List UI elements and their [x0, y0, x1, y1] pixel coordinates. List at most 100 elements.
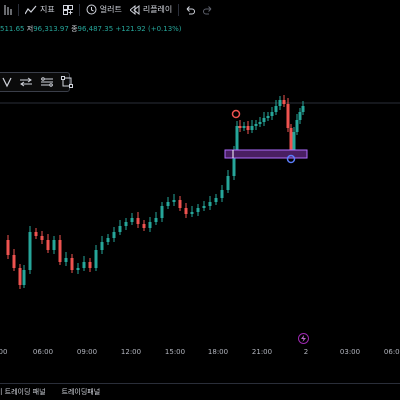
ohlc-low-value: 96,313.97 — [33, 25, 69, 33]
candle-body — [6, 240, 10, 255]
replay-button[interactable]: 리플레이 — [126, 0, 176, 19]
lightning-button[interactable] — [298, 333, 309, 344]
candle-body — [254, 124, 258, 126]
candle-body — [58, 240, 62, 262]
redo-button[interactable] — [199, 0, 217, 19]
candle-body — [124, 222, 128, 226]
candle-body — [220, 190, 224, 198]
time-axis[interactable]: 00 06:00 09:00 12:00 15:00 18:00 21:00 2 03:00 06… — [0, 345, 400, 359]
lines-icon — [41, 77, 53, 87]
candle-body — [94, 250, 98, 268]
ohlc-close-value: 96,487.35 — [77, 25, 114, 33]
time-tick-label: 06:00 — [383, 348, 400, 356]
path-tool[interactable] — [2, 75, 12, 89]
alert-button[interactable]: 얼러트 — [82, 0, 126, 19]
high-marker[interactable] — [231, 109, 241, 119]
candle-body — [270, 112, 274, 116]
candle-body — [242, 126, 246, 128]
frame-icon — [61, 76, 73, 88]
time-tick-label: 00 — [0, 348, 8, 356]
replay-icon — [129, 4, 140, 15]
candle-body — [166, 202, 170, 206]
candle-body — [274, 106, 278, 112]
candle-body — [184, 208, 188, 214]
indicator-icon — [25, 5, 37, 14]
toolbar-divider — [178, 3, 180, 16]
toolbar-divider — [18, 3, 19, 16]
undo-icon — [186, 5, 196, 14]
candle-body — [208, 202, 212, 206]
time-tick-label: 12:00 — [120, 348, 142, 356]
candle-body — [130, 218, 134, 222]
candle-body — [172, 200, 176, 202]
trading-panel-tab-1[interactable]: 이 트레이딩 패널 — [0, 387, 54, 397]
candle-body — [226, 176, 230, 190]
candle-body — [214, 198, 218, 202]
candle-body — [190, 212, 194, 214]
candle-body — [262, 118, 266, 122]
toolbar-divider — [78, 3, 80, 16]
candle-body — [148, 222, 152, 228]
candle-body — [250, 126, 254, 130]
top-toolbar: 지표 얼러트 리플레이 — [0, 0, 400, 19]
redo-icon — [203, 5, 212, 14]
candle-body — [40, 236, 44, 240]
undo-button[interactable] — [181, 0, 199, 19]
candles-layer — [6, 95, 305, 289]
compare-icon — [4, 4, 12, 15]
time-tick-label: 18:00 — [207, 348, 229, 356]
layout-button[interactable] — [59, 0, 77, 19]
time-tick-label: 06:00 — [32, 348, 54, 356]
indicators-label: 지표 — [40, 5, 55, 14]
bottom-panel-bar: 이 트레이딩 패널 트레이딩패널 — [0, 383, 400, 400]
candle-body — [28, 232, 32, 270]
candle-body — [202, 206, 206, 208]
candle-body — [298, 112, 302, 120]
drawing-toolbar — [0, 72, 73, 92]
candle-body — [22, 270, 26, 285]
candle-body — [258, 122, 262, 124]
trading-panel-tab-2[interactable]: 트레이딩패널 — [54, 387, 109, 397]
price-zone-rectangle[interactable] — [224, 149, 308, 159]
candle-body — [70, 258, 74, 270]
alert-label: 얼러트 — [99, 5, 122, 14]
candle-body — [118, 226, 122, 232]
arrows-tool[interactable] — [19, 75, 33, 89]
candle-body — [142, 224, 146, 228]
time-tick-label: 21:00 — [251, 348, 273, 356]
replay-label: 리플레이 — [142, 5, 173, 14]
candle-body — [34, 232, 38, 236]
candle-body — [100, 242, 104, 250]
candle-body — [12, 255, 16, 268]
time-tick-label: 2 — [303, 348, 309, 356]
ohlc-change: +121.92 (+0.13%) — [115, 25, 182, 33]
candle-body — [64, 258, 68, 262]
candle-body — [82, 262, 86, 268]
time-tick-label: 09:00 — [76, 348, 98, 356]
compare-button[interactable] — [0, 0, 16, 19]
price-chart[interactable] — [0, 0, 400, 400]
frame-tool[interactable] — [61, 75, 73, 89]
candle-body — [282, 100, 286, 104]
lines-tool[interactable] — [40, 75, 54, 89]
indicators-button[interactable]: 지표 — [21, 0, 59, 19]
candle-body — [160, 206, 164, 218]
candle-body — [136, 218, 140, 224]
candle-body — [112, 232, 116, 238]
ohlc-first-value: 511.65 — [0, 25, 25, 33]
candle-body — [178, 200, 182, 208]
candle-body — [289, 128, 293, 150]
candle-body — [52, 240, 56, 250]
candle-body — [106, 238, 110, 242]
candle-body — [46, 240, 50, 250]
candle-body — [88, 262, 92, 268]
arrows-icon — [20, 77, 32, 87]
candle-body — [301, 106, 305, 112]
candle-body — [235, 126, 239, 150]
alert-icon — [86, 4, 97, 15]
candle-body — [292, 132, 296, 150]
candle-body — [246, 126, 250, 130]
candle-body — [278, 100, 282, 106]
time-tick-label: 03:00 — [339, 348, 361, 356]
candle-body — [76, 268, 80, 270]
